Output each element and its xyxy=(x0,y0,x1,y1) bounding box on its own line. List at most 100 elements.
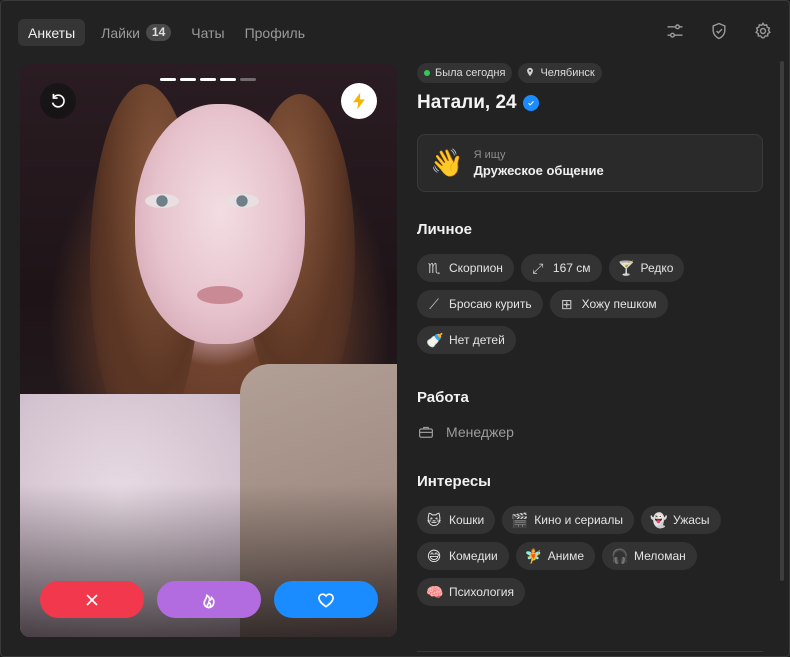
tab-label: Профиль xyxy=(244,24,305,41)
close-icon xyxy=(86,593,98,606)
tag-label: Кошки xyxy=(449,513,485,527)
photo-progress-segment xyxy=(220,78,236,81)
tag-label: Хожу пешком xyxy=(581,297,657,311)
interest-tag: 👻 Ужасы xyxy=(640,506,721,534)
tag-icon: 🎬 xyxy=(511,512,529,528)
profile-name-age: Натали, 24 xyxy=(417,92,517,113)
likes-count-badge: 14 xyxy=(145,24,172,41)
tab-label: Анкеты xyxy=(28,24,76,41)
tab-ankety[interactable]: Анкеты xyxy=(18,19,86,46)
tag-label: Бросаю курить xyxy=(449,297,532,311)
interest-tags: 🐱 Кошки 🎬 Кино и сериалы 👻 Ужасы 😅 Комедии 🧚 Аним… xyxy=(417,506,757,606)
lightning-icon xyxy=(353,92,365,110)
sliders-icon xyxy=(667,24,683,38)
location-pin-icon xyxy=(525,67,535,80)
tag-icon: ⟋ xyxy=(429,296,439,312)
online-status-chip: Была сегодня xyxy=(417,63,513,83)
superlike-button[interactable] xyxy=(157,581,261,618)
tab-likes[interactable]: Лайки 14 xyxy=(91,19,181,46)
settings-button[interactable] xyxy=(753,21,773,41)
personal-tag: ⤢ 167 см xyxy=(520,254,602,282)
photo-layer xyxy=(145,194,179,208)
tag-label: Аниме xyxy=(547,549,584,563)
work-row: Менеджер xyxy=(417,423,763,441)
tag-icon: 😅 xyxy=(426,548,442,564)
photo-progress-segment xyxy=(160,78,176,81)
like-button[interactable] xyxy=(274,581,378,618)
tab-profile[interactable]: Профиль xyxy=(235,19,315,46)
heart-icon xyxy=(318,592,334,608)
tag-label: Скорпион xyxy=(449,261,503,275)
filters-button[interactable] xyxy=(665,21,685,41)
tab-label: Чаты xyxy=(191,24,225,41)
city-text: Челябинск xyxy=(540,67,595,79)
tag-icon: 🧚 xyxy=(524,548,543,564)
tag-icon: 🍸 xyxy=(617,260,635,276)
verified-badge-icon xyxy=(522,95,539,111)
personal-tag: ⊞ Хожу пешком xyxy=(549,290,668,318)
tag-label: Психология xyxy=(449,585,514,599)
personal-tag: 🍼 Нет детей xyxy=(417,326,516,354)
safety-button[interactable] xyxy=(709,21,729,41)
gear-icon xyxy=(755,22,771,39)
photo-layer xyxy=(225,194,259,208)
interests-section-title: Интересы xyxy=(417,473,491,490)
profile-details: Была сегодня Челябинск Натали, 24 👋 Я ищ… xyxy=(417,63,763,606)
undo-icon xyxy=(51,93,65,108)
tag-icon: 👻 xyxy=(649,512,668,528)
tag-icon: 🧠 xyxy=(426,584,444,600)
shield-check-icon xyxy=(712,22,726,40)
tag-label: 167 см xyxy=(552,261,591,275)
status-chips: Была сегодня Челябинск xyxy=(417,63,763,83)
personal-tag: ♏ Скорпион xyxy=(417,254,514,282)
tag-label: Комедии xyxy=(449,549,498,563)
top-nav: Анкеты Лайки 14 Чаты Профиль xyxy=(18,19,315,46)
tag-label: Кино и сериалы xyxy=(534,513,623,527)
online-dot-icon xyxy=(424,70,430,76)
interest-tag: 😅 Комедии xyxy=(417,542,509,570)
photo-layer xyxy=(135,104,305,344)
city-chip: Челябинск xyxy=(518,63,602,83)
tag-icon: 🎧 xyxy=(611,548,629,564)
personal-tag: 🍸 Редко xyxy=(608,254,685,282)
scrollbar[interactable] xyxy=(780,61,784,581)
seeking-card: 👋 Я ищу Дружеское общение xyxy=(417,134,763,192)
interest-tag: 🧠 Психология xyxy=(417,578,525,606)
tag-label: Редко xyxy=(640,261,674,275)
status-text: Была сегодня xyxy=(435,67,506,79)
seeking-label: Я ищу xyxy=(473,148,506,161)
undo-button[interactable] xyxy=(40,83,76,119)
top-toolbar xyxy=(665,21,773,41)
tag-icon: ⤢ xyxy=(532,260,544,276)
app-window: Анкеты Лайки 14 Чаты Профиль Была сегодн… xyxy=(0,0,790,657)
tag-label: Меломан xyxy=(634,549,686,563)
flame-icon xyxy=(203,593,215,608)
tag-icon: 🍼 xyxy=(426,332,444,348)
profile-photo[interactable] xyxy=(20,64,397,637)
personal-tag: ⟋ Бросаю курить xyxy=(417,290,543,318)
photo-progress-segment xyxy=(180,78,196,81)
personal-tags: ♏ Скорпион ⤢ 167 см 🍸 Редко ⟋ Бросаю курить ⊞ Хож… xyxy=(417,254,757,354)
work-value: Менеджер xyxy=(446,424,514,440)
photo-actions xyxy=(40,581,378,618)
work-section-title: Работа xyxy=(417,389,469,406)
photo-progress xyxy=(160,78,256,81)
photo-layer xyxy=(197,286,243,304)
briefcase-icon xyxy=(419,426,433,438)
tag-icon: ⊞ xyxy=(560,296,573,312)
tab-chats[interactable]: Чаты xyxy=(181,19,234,46)
personal-section-title: Личное xyxy=(417,221,473,238)
interest-tag: 🧚 Аниме xyxy=(515,542,595,570)
tag-icon: ♏ xyxy=(427,260,441,276)
photo-progress-segment xyxy=(240,78,256,81)
profile-name-row: Натали, 24 xyxy=(417,92,763,114)
boost-button[interactable] xyxy=(341,83,377,119)
tag-label: Ужасы xyxy=(672,513,710,527)
tab-label: Лайки xyxy=(101,24,140,41)
interest-tag: 🎬 Кино и сериалы xyxy=(502,506,634,534)
dislike-button[interactable] xyxy=(40,581,144,618)
divider xyxy=(417,651,763,652)
tag-label: Нет детей xyxy=(449,333,505,347)
interest-tag: 🐱 Кошки xyxy=(417,506,496,534)
seeking-value: Дружеское общение xyxy=(473,162,604,178)
